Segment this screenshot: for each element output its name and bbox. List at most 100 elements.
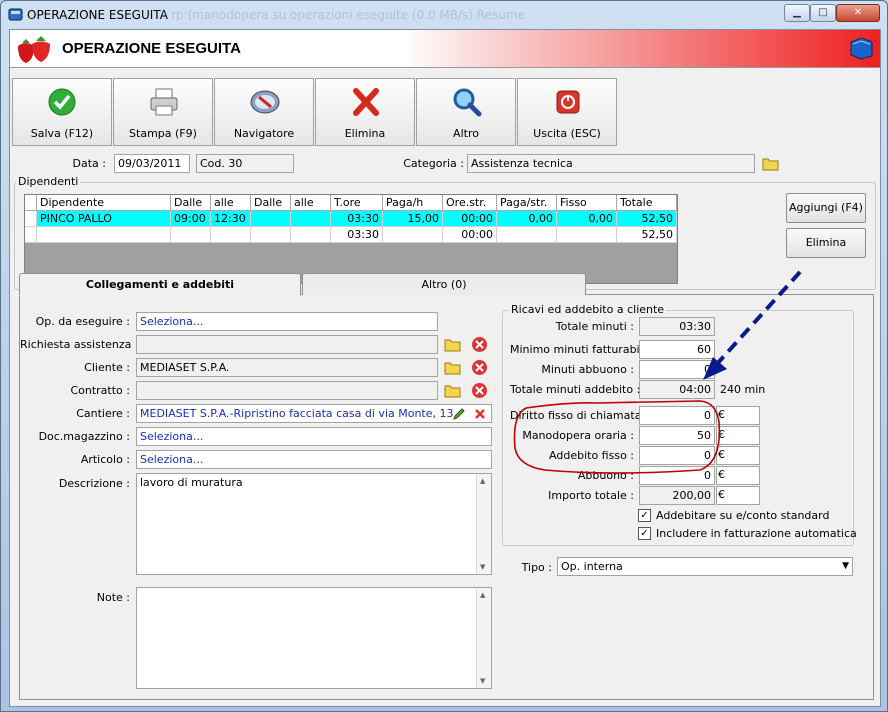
column-header[interactable]: Dalle <box>171 195 211 211</box>
minimo-label: Minimo minuti fatturabili : <box>510 343 653 356</box>
cell[interactable]: PINCO PALLO <box>37 211 171 227</box>
diritto-label: Diritto fisso di chiamata : <box>510 409 649 422</box>
column-header[interactable]: alle <box>211 195 251 211</box>
tab-altro[interactable]: Altro (0) <box>302 273 586 295</box>
window-content: OPERAZIONE ESEGUITA Salva (F12) Stampa (… <box>9 29 881 707</box>
cod-field: Cod. 30 <box>196 154 294 173</box>
abbuono-min-input[interactable]: 0 <box>639 360 715 379</box>
importo-field: 200,00 <box>639 486 715 505</box>
column-header[interactable]: Totale <box>617 195 677 211</box>
doc-select[interactable]: Seleziona... <box>136 427 492 446</box>
cell[interactable]: 52,50 <box>617 211 677 227</box>
column-header[interactable]: Paga/h <box>383 195 443 211</box>
title-bar[interactable]: OPERAZIONE ESEGUITA rp:(manodopera su op… <box>1 1 887 29</box>
folder-icon[interactable] <box>762 155 779 172</box>
row-indicator <box>25 227 37 243</box>
tot-addebito-field: 04:00 <box>639 380 715 399</box>
book-icon[interactable] <box>848 36 874 60</box>
scrollbar[interactable]: ▲ ▼ <box>476 474 491 574</box>
diritto-input[interactable]: 0 <box>639 406 715 425</box>
other-button[interactable]: Altro <box>416 78 516 146</box>
navigator-label: Navigatore <box>233 127 295 140</box>
column-header[interactable]: Ore.str. <box>443 195 497 211</box>
cell[interactable] <box>251 211 291 227</box>
articolo-select[interactable]: Seleziona... <box>136 450 492 469</box>
delete-x-icon[interactable] <box>473 407 487 421</box>
print-label: Stampa (F9) <box>129 127 197 140</box>
manodopera-input[interactable]: 50 <box>639 426 715 445</box>
column-header[interactable]: Dalle <box>251 195 291 211</box>
scrollbar[interactable]: ▲ ▼ <box>476 588 491 688</box>
search-icon <box>453 88 482 117</box>
importo-label: Importo totale : <box>548 489 634 502</box>
column-header[interactable]: Dipendente <box>37 195 171 211</box>
cell <box>251 227 291 243</box>
cell[interactable]: 15,00 <box>383 211 443 227</box>
tipo-value: Op. interna <box>561 560 623 573</box>
cell[interactable]: 0,00 <box>497 211 557 227</box>
printer-icon <box>150 88 178 116</box>
minimize-button[interactable]: ▁ <box>784 4 810 22</box>
addebito-fisso-label: Addebito fisso : <box>549 449 634 462</box>
op-label: Op. da eseguire : <box>35 315 130 328</box>
column-header[interactable]: Paga/str. <box>497 195 557 211</box>
folder-icon[interactable] <box>444 336 461 353</box>
includere-checkbox[interactable]: ✓ <box>638 527 651 540</box>
cliente-field: MEDIASET S.P.A. <box>136 358 438 377</box>
dipendenti-grid[interactable]: Dipendente Dalle alle Dalle alle T.ore P… <box>24 194 678 284</box>
cell <box>171 227 211 243</box>
column-header[interactable]: Fisso <box>557 195 617 211</box>
minimize-icon: ▁ <box>793 7 801 18</box>
clear-icon[interactable] <box>471 336 488 353</box>
cell: 03:30 <box>331 227 383 243</box>
column-header[interactable]: T.ore <box>331 195 383 211</box>
op-select[interactable]: Seleziona... <box>136 312 438 331</box>
application-window: OPERAZIONE ESEGUITA rp:(manodopera su op… <box>0 0 888 712</box>
cell[interactable] <box>291 211 331 227</box>
doc-label: Doc.magazzino : <box>38 430 130 443</box>
note-textarea[interactable] <box>136 587 492 689</box>
print-button[interactable]: Stampa (F9) <box>113 78 213 146</box>
addebito-fisso-input[interactable]: 0 <box>639 446 715 465</box>
clear-icon[interactable] <box>471 382 488 399</box>
addebitare-checkbox[interactable]: ✓ <box>638 509 651 522</box>
folder-icon[interactable] <box>444 382 461 399</box>
cell[interactable]: 03:30 <box>331 211 383 227</box>
categoria-field: Assistenza tecnica <box>467 154 755 173</box>
red-x-icon <box>353 88 379 116</box>
tab-collegamenti[interactable]: Collegamenti e addebiti <box>19 273 301 296</box>
window-title: OPERAZIONE ESEGUITA <box>27 8 168 22</box>
row-indicator <box>25 195 37 211</box>
cell[interactable]: 0,00 <box>557 211 617 227</box>
navigator-button[interactable]: Navigatore <box>214 78 314 146</box>
cell <box>497 227 557 243</box>
delete-button[interactable]: Elimina <box>315 78 415 146</box>
exit-button[interactable]: Uscita (ESC) <box>517 78 617 146</box>
compass-icon <box>250 90 280 114</box>
data-input[interactable]: 09/03/2011 <box>114 154 190 173</box>
remove-employee-button[interactable]: Elimina <box>786 228 866 258</box>
contratto-field <box>136 381 438 400</box>
pencil-icon[interactable] <box>452 407 466 421</box>
exit-label: Uscita (ESC) <box>533 127 601 140</box>
tipo-select[interactable]: Op. interna ▼ <box>557 557 853 576</box>
cell <box>291 227 331 243</box>
save-button[interactable]: Salva (F12) <box>12 78 112 146</box>
cell[interactable]: 09:00 <box>171 211 211 227</box>
minimo-input[interactable]: 60 <box>639 340 715 359</box>
cantiere-field[interactable]: MEDIASET S.P.A.-Ripristino facciata casa… <box>136 404 492 423</box>
clear-icon[interactable] <box>471 359 488 376</box>
close-button[interactable]: ✕ <box>836 4 880 22</box>
column-header[interactable]: alle <box>291 195 331 211</box>
cell[interactable]: 12:30 <box>211 211 251 227</box>
folder-icon[interactable] <box>444 359 461 376</box>
close-icon: ✕ <box>853 7 863 18</box>
cell[interactable]: 00:00 <box>443 211 497 227</box>
maximize-button[interactable]: □ <box>810 4 836 22</box>
descrizione-textarea[interactable]: lavoro di muratura <box>136 473 492 575</box>
abbuono-input[interactable]: 0 <box>639 466 715 485</box>
add-employee-button[interactable]: Aggiungi (F4) <box>786 193 866 223</box>
euro-field: € <box>716 446 760 465</box>
toolbar: Salva (F12) Stampa (F9) Navigatore Elimi… <box>12 78 878 148</box>
cell <box>211 227 251 243</box>
